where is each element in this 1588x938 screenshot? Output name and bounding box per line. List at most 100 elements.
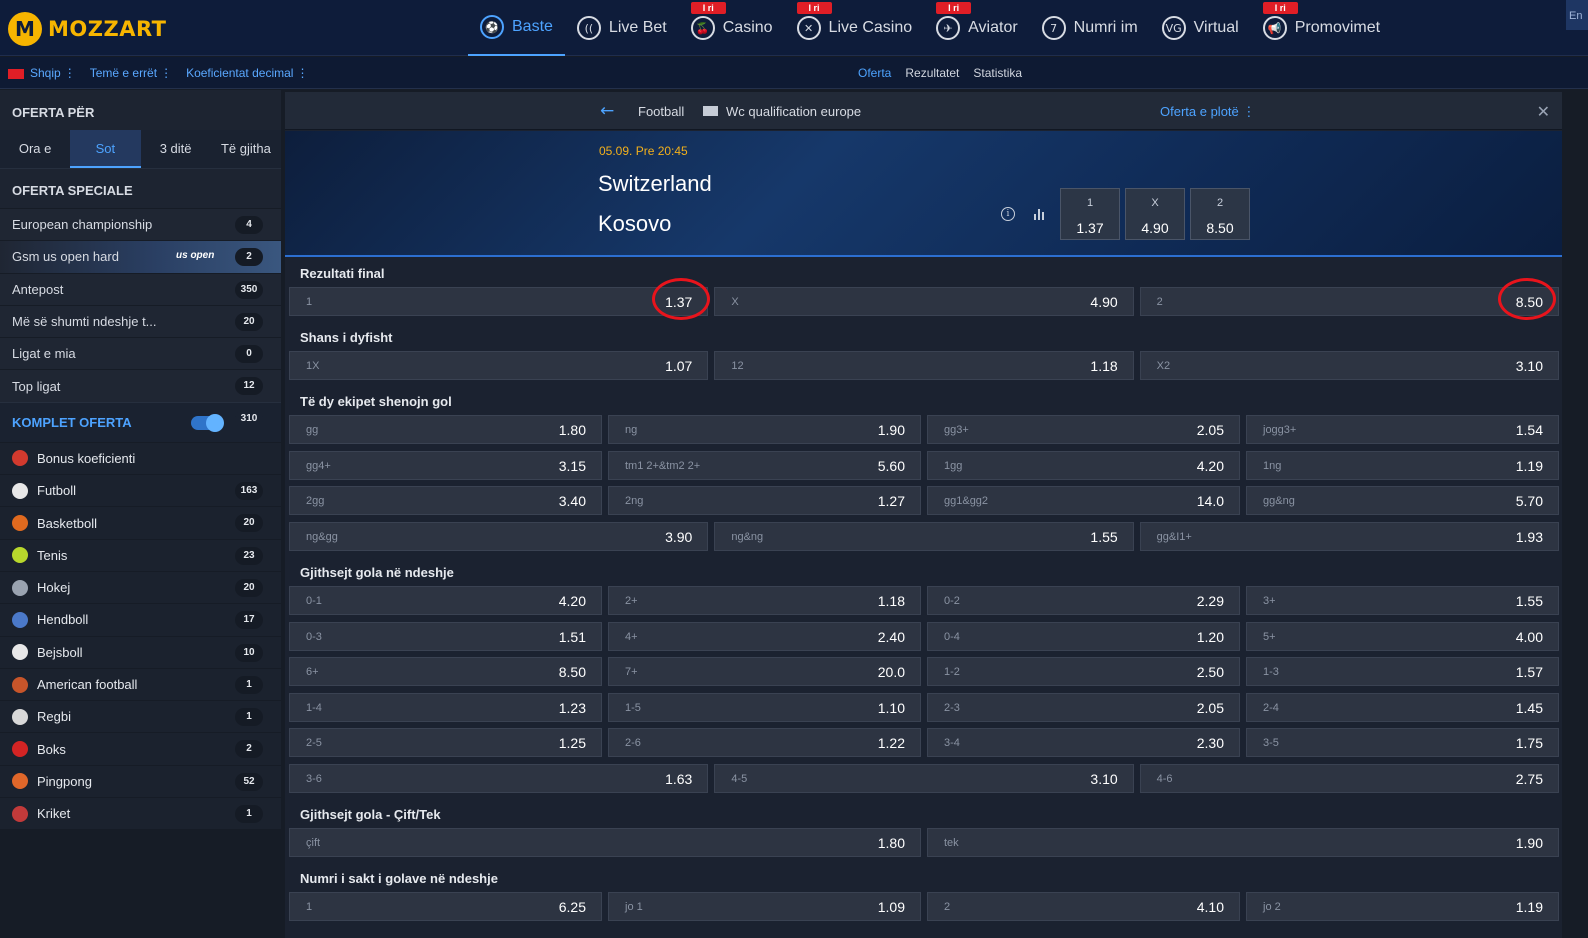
breadcrumb-league[interactable]: Wc qualification europe <box>726 104 861 119</box>
odd-button[interactable]: çift 1.80 <box>289 828 921 857</box>
sport-item-bejsboll[interactable]: Bejsboll 10 <box>0 635 281 668</box>
nav-promovimet[interactable]: 📢 Promovimet I ri <box>1251 0 1392 56</box>
odd-value: 1.93 <box>1515 529 1543 545</box>
odds-format-selector[interactable]: Koeficientat decimal ⋮ <box>186 66 308 80</box>
odd-button[interactable]: 6+ 8.50 <box>289 657 602 686</box>
sport-item-boks[interactable]: Boks 2 <box>0 732 281 765</box>
odd-button[interactable]: tm1 2+&tm2 2+ 5.60 <box>608 450 921 480</box>
odd-button[interactable]: 3-5 1.75 <box>1246 728 1559 757</box>
odd-button[interactable]: 1X 1.07 <box>289 351 709 380</box>
odd-button[interactable]: 1 1.37 <box>289 287 709 316</box>
nav-baste[interactable]: ⚽ Baste <box>468 0 565 56</box>
info-icon[interactable]: i <box>1001 207 1015 221</box>
full-offer-dropdown[interactable]: Oferta e plotë ⋮ <box>1160 104 1255 120</box>
nav-aviator[interactable]: ✈ Aviator I ri <box>924 0 1030 56</box>
theme-selector[interactable]: Temë e errët ⋮ <box>90 66 172 80</box>
odd-button[interactable]: 1-2 2.50 <box>927 657 1240 686</box>
statistics-icon[interactable] <box>1034 209 1044 220</box>
nav-virtual[interactable]: VG Virtual <box>1150 0 1251 56</box>
sport-item-regbi[interactable]: Regbi 1 <box>0 700 281 733</box>
odd-button[interactable]: jo 2 1.19 <box>1246 892 1559 921</box>
odd-button[interactable]: 2gg 3.40 <box>289 486 602 515</box>
odd-button[interactable]: 1-3 1.57 <box>1246 657 1559 686</box>
special-offer-item[interactable]: Top ligat 12 <box>0 369 281 402</box>
odd-button[interactable]: gg3+ 2.05 <box>927 415 1240 444</box>
odd-button[interactable]: 1 6.25 <box>289 892 602 921</box>
back-arrow-icon[interactable]: ← <box>600 101 614 121</box>
odd-button[interactable]: X 4.90 <box>714 287 1134 316</box>
sport-item-tenis[interactable]: Tenis 23 <box>0 538 281 571</box>
language-corner-button[interactable]: En <box>1566 0 1588 30</box>
odd-button[interactable]: 12 1.18 <box>714 351 1134 380</box>
odd-button[interactable]: 3+ 1.55 <box>1246 586 1559 615</box>
odd-button[interactable]: X2 3.10 <box>1139 351 1559 380</box>
odd-button[interactable]: 4-6 2.75 <box>1139 764 1559 793</box>
special-offer-item[interactable]: Ligat e mia 0 <box>0 337 281 370</box>
odd-button[interactable]: 0-1 4.20 <box>289 586 602 615</box>
hero-odd-x[interactable]: X 4.90 <box>1125 188 1185 240</box>
odd-button[interactable]: 1gg 4.20 <box>927 450 1240 480</box>
nav-casino[interactable]: 🍒 Casino I ri <box>679 0 785 56</box>
special-offer-item[interactable]: Gsm us open hard us open 2 <box>0 240 281 273</box>
tab-3-dite[interactable]: 3 ditë <box>141 130 211 168</box>
odd-button[interactable]: ng&gg 3.90 <box>289 522 709 551</box>
odd-button[interactable]: ng 1.90 <box>608 415 921 444</box>
odd-button[interactable]: 1ng 1.19 <box>1246 450 1559 480</box>
odd-button[interactable]: 0-4 1.20 <box>927 621 1240 651</box>
odd-button[interactable]: 1-4 1.23 <box>289 692 602 722</box>
odd-button[interactable]: gg4+ 3.15 <box>289 450 602 480</box>
odd-button[interactable]: 4+ 2.40 <box>608 621 921 651</box>
odd-button[interactable]: gg&I1+ 1.93 <box>1139 522 1559 551</box>
odd-button[interactable]: 0-2 2.29 <box>927 586 1240 615</box>
odd-button[interactable]: ng&ng 1.55 <box>714 522 1134 551</box>
sport-item-basketboll[interactable]: Basketboll 20 <box>0 506 281 539</box>
odd-button[interactable]: gg 1.80 <box>289 415 602 444</box>
mozzart-logo[interactable]: M MOZZART <box>8 12 167 46</box>
odd-button[interactable]: jogg3+ 1.54 <box>1246 415 1559 444</box>
odd-button[interactable]: 0-3 1.51 <box>289 621 602 651</box>
odd-button[interactable]: 3-4 2.30 <box>927 728 1240 757</box>
odd-button[interactable]: 2 8.50 <box>1139 287 1559 316</box>
odd-button[interactable]: 5+ 4.00 <box>1246 621 1559 651</box>
tab-ora-e[interactable]: Ora e <box>0 130 70 168</box>
odd-button[interactable]: 2-6 1.22 <box>608 728 921 757</box>
nav-live-bet[interactable]: ((Live Bet <box>565 0 679 56</box>
sport-item-american-football[interactable]: American football 1 <box>0 667 281 701</box>
odd-button[interactable]: 3-6 1.63 <box>289 764 709 793</box>
odd-button[interactable]: 4-5 3.10 <box>714 764 1134 793</box>
breadcrumb-sport[interactable]: Football <box>638 104 684 119</box>
odd-button[interactable]: gg1&gg2 14.0 <box>927 486 1240 515</box>
tab-statistika[interactable]: Statistika <box>973 66 1022 80</box>
odd-button[interactable]: 2-5 1.25 <box>289 728 602 757</box>
odd-button[interactable]: jo 1 1.09 <box>608 892 921 921</box>
sport-item-futboll[interactable]: Futboll 163 <box>0 474 281 507</box>
close-icon[interactable]: ✕ <box>1537 102 1550 121</box>
special-offer-item[interactable]: European championship 4 <box>0 208 281 241</box>
odd-button[interactable]: 2-4 1.45 <box>1246 692 1559 722</box>
odd-button[interactable]: gg&ng 5.70 <box>1246 486 1559 515</box>
sport-item-hokej[interactable]: Hokej 20 <box>0 570 281 604</box>
tab-sot[interactable]: Sot <box>70 130 141 168</box>
sport-item-pingpong[interactable]: Pingpong 52 <box>0 764 281 798</box>
odd-button[interactable]: 1-5 1.10 <box>608 692 921 722</box>
sport-item-kriket[interactable]: Kriket 1 <box>0 797 281 830</box>
special-offer-item[interactable]: Më së shumti ndeshje t... 20 <box>0 304 281 338</box>
sport-item-hendboll[interactable]: Hendboll 17 <box>0 603 281 636</box>
odd-button[interactable]: 2ng 1.27 <box>608 486 921 515</box>
odd-button[interactable]: 2 4.10 <box>927 892 1240 921</box>
language-selector[interactable]: Shqip ⋮ <box>8 66 76 80</box>
tab-te-gjitha[interactable]: Të gjitha <box>211 130 281 168</box>
hero-odd-2[interactable]: 2 8.50 <box>1190 188 1250 240</box>
odd-button[interactable]: 2-3 2.05 <box>927 692 1240 722</box>
odd-button[interactable]: tek 1.90 <box>927 828 1559 857</box>
hero-odd-1[interactable]: 1 1.37 <box>1060 188 1120 240</box>
special-offer-item[interactable]: Antepost 350 <box>0 272 281 305</box>
odd-button[interactable]: 2+ 1.18 <box>608 586 921 615</box>
nav-live-casino[interactable]: ✕ Live Casino I ri <box>785 0 925 56</box>
tab-rezultatet[interactable]: Rezultatet <box>905 66 959 80</box>
odd-button[interactable]: 7+ 20.0 <box>608 657 921 686</box>
nav-numri-im[interactable]: 7 Numri im <box>1030 0 1150 56</box>
sport-item-bonus-koeficienti[interactable]: Bonus koeficienti <box>0 441 281 475</box>
tab-oferta[interactable]: Oferta <box>858 66 891 80</box>
complete-offer-toggle[interactable] <box>191 413 224 432</box>
